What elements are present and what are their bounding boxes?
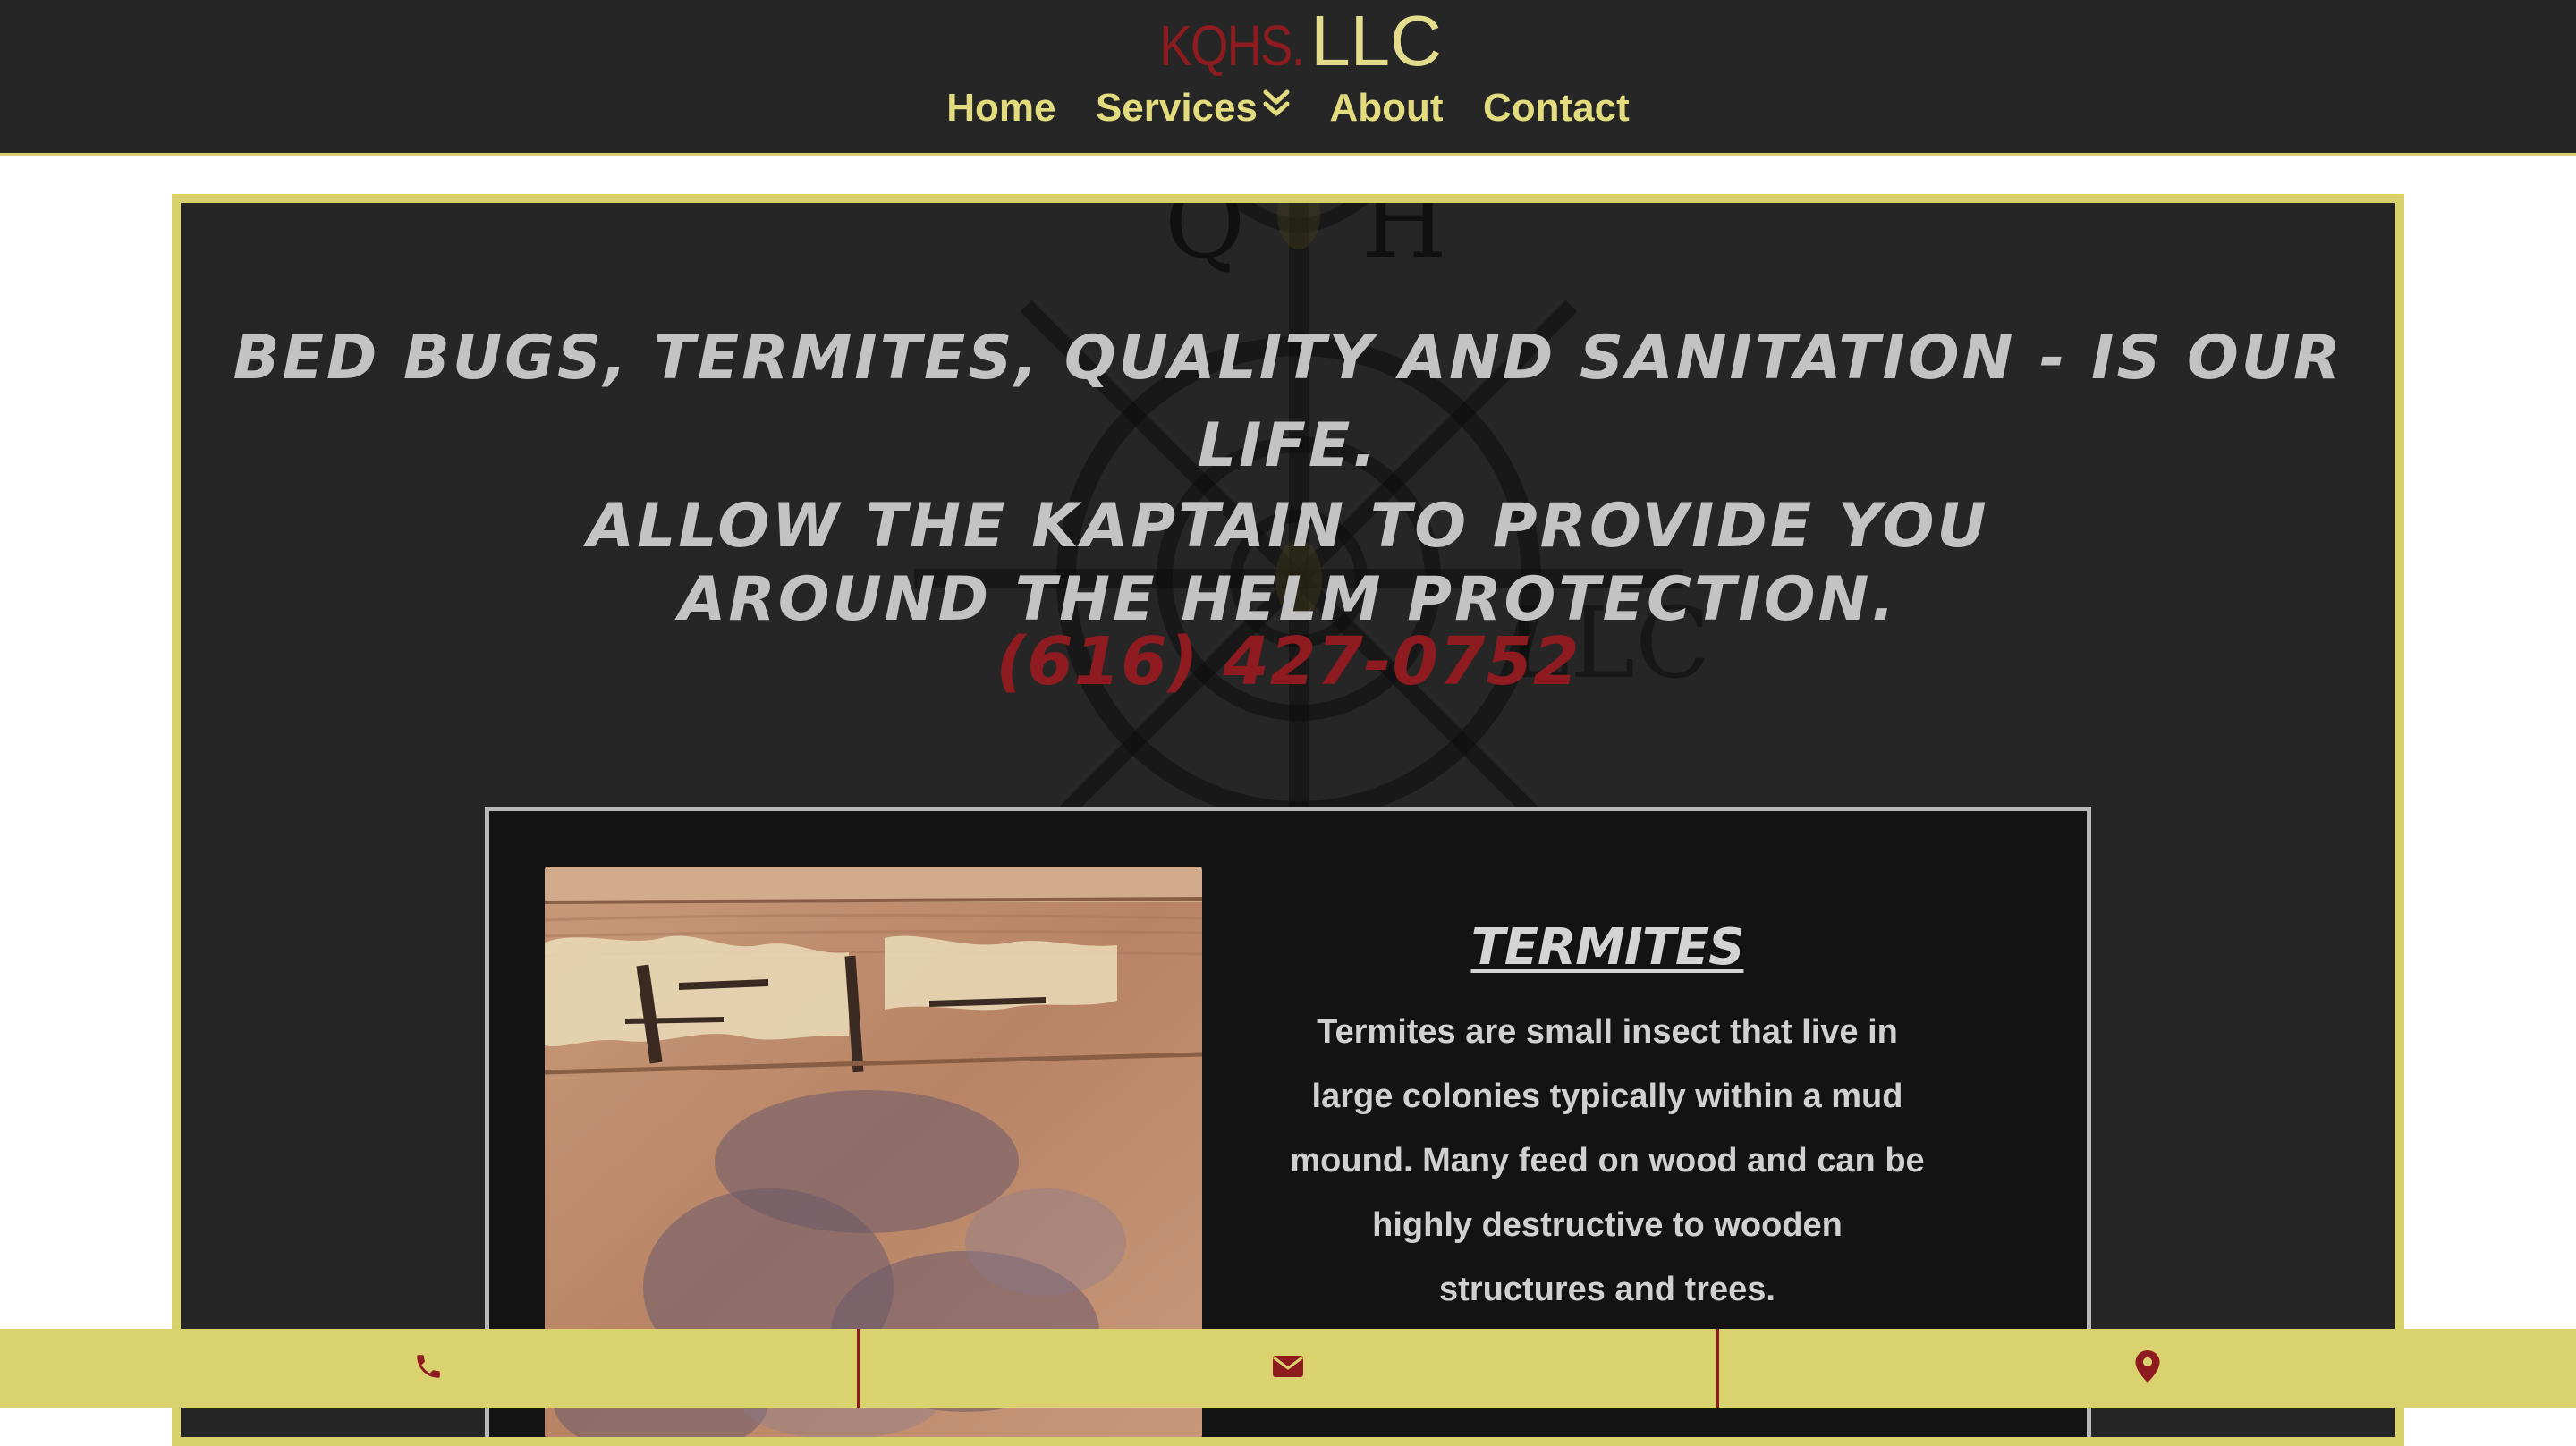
site-header: KQHS. LLC Home Services About Contact xyxy=(0,0,2576,156)
nav-item-label: Services xyxy=(1095,86,1258,130)
envelope-icon xyxy=(1272,1354,1304,1383)
svg-text:Q: Q xyxy=(1165,203,1245,280)
phone-icon xyxy=(413,1351,444,1386)
nav-item-about[interactable]: About xyxy=(1329,86,1443,131)
nav-item-label: Contact xyxy=(1482,86,1630,130)
headline-line-2: ALLOW THE KAPTAIN TO PROVIDE YOU AROUND … xyxy=(587,491,1989,635)
call-button[interactable] xyxy=(0,1329,860,1408)
service-description: Termites are small insect that live in l… xyxy=(1290,1013,1925,1308)
nav-item-services[interactable]: Services xyxy=(1096,86,1290,131)
nav-item-label: About xyxy=(1329,86,1444,130)
service-card-text: TERMITES Termites are small insect that … xyxy=(1285,918,1929,1322)
nav-item-home[interactable]: Home xyxy=(946,86,1055,131)
phone-number-link[interactable]: (616) 427-0752 xyxy=(181,623,2395,700)
nav-item-label: Home xyxy=(946,86,1056,130)
logo-brand-suffix: LLC xyxy=(1310,1,1442,80)
location-button[interactable] xyxy=(1719,1329,2576,1408)
email-button[interactable] xyxy=(860,1329,1719,1408)
headline-line-1: BED BUGS, TERMITES, QUALITY AND SANITATI… xyxy=(233,323,2343,481)
map-marker-icon xyxy=(2135,1349,2160,1387)
contact-action-bar xyxy=(0,1329,2576,1408)
nav-item-contact[interactable]: Contact xyxy=(1483,86,1630,131)
hero-headline: BED BUGS, TERMITES, QUALITY AND SANITATI… xyxy=(181,315,2395,637)
svg-text:H: H xyxy=(1361,203,1447,280)
hero-section: LLC & Pest Control 427-0752 Q H BED BUGS… xyxy=(172,194,2404,1446)
logo-brand-prefix: KQHS. xyxy=(1159,13,1304,78)
double-chevron-down-icon xyxy=(1263,84,1290,129)
main-nav: Home Services About Contact xyxy=(0,86,2576,131)
site-logo[interactable]: KQHS. LLC xyxy=(0,5,2576,77)
service-title: TERMITES xyxy=(1470,918,1745,977)
